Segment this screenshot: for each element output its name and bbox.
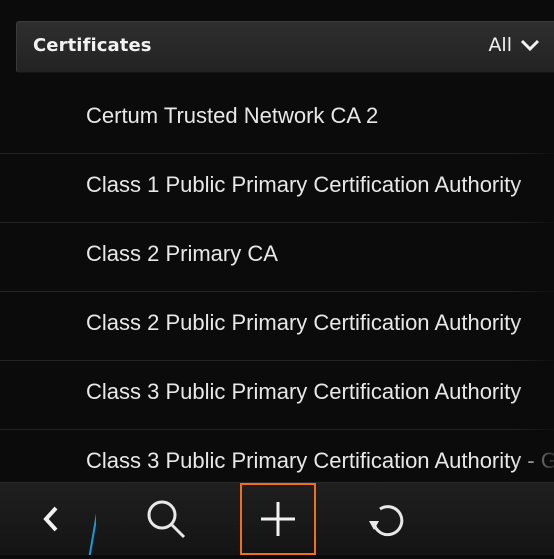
- page-title: Certificates: [33, 35, 152, 56]
- list-item[interactable]: Class 3 Public Primary Certification Aut…: [0, 431, 554, 486]
- chevron-left-icon: [43, 478, 104, 559]
- search-icon: [147, 500, 186, 539]
- list-item[interactable]: Class 3 Public Primary Certification Aut…: [0, 362, 554, 430]
- plus-icon: [261, 502, 295, 536]
- chevron-down-icon: [520, 39, 540, 52]
- list-item[interactable]: Certum Trusted Network CA 2: [0, 86, 554, 154]
- bottom-toolbar: [0, 478, 554, 559]
- refresh-button[interactable]: [348, 483, 424, 555]
- header-bar: Certificates All: [16, 21, 554, 73]
- list-item[interactable]: Class 2 Public Primary Certification Aut…: [0, 293, 554, 361]
- certificate-name: Class 2 Primary CA: [86, 241, 278, 266]
- certificate-name: Class 1 Public Primary Certification Aut…: [86, 172, 522, 197]
- certificate-name: Class 3 Public Primary Certification Aut…: [86, 379, 522, 404]
- certificate-name: Class 2 Public Primary Certification Aut…: [86, 310, 522, 335]
- filter-dropdown[interactable]: All: [488, 34, 540, 56]
- certificate-name: Class 3 Public Primary Certification Aut…: [86, 448, 554, 473]
- list-item[interactable]: Class 1 Public Primary Certification Aut…: [0, 155, 554, 223]
- refresh-icon: [369, 505, 404, 537]
- back-button[interactable]: [0, 478, 104, 559]
- filter-label: All: [488, 34, 512, 56]
- certificate-name: Certum Trusted Network CA 2: [86, 103, 379, 128]
- certificate-list[interactable]: Certum Trusted Network CA 2 Class 1 Publ…: [0, 86, 554, 486]
- list-item[interactable]: Class 2 Primary CA: [0, 224, 554, 292]
- search-button[interactable]: [128, 483, 204, 555]
- add-button[interactable]: [240, 483, 316, 555]
